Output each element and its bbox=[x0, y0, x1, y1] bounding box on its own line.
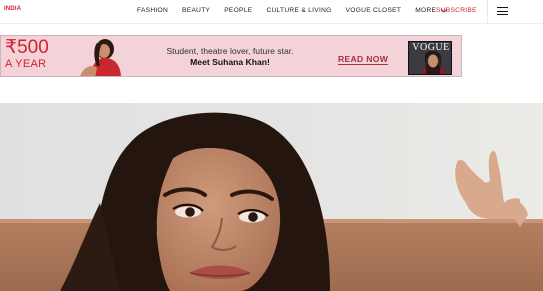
nav-item-vogue-closet[interactable]: VOGUE CLOSET bbox=[346, 7, 402, 14]
hamburger-menu-icon[interactable] bbox=[497, 6, 508, 16]
nav-item-more-label: MORE bbox=[415, 7, 437, 14]
magazine-cover-thumbnail: VOGUE bbox=[408, 41, 452, 75]
nav-item-culture-living[interactable]: CULTURE & LIVING bbox=[266, 7, 331, 14]
nav-item-fashion[interactable]: FASHION bbox=[137, 7, 168, 14]
nav-divider bbox=[487, 0, 488, 23]
subscription-ad-banner[interactable]: ₹500 A YEAR Student, theatre lover, futu… bbox=[0, 35, 462, 77]
hero-photo-illustration bbox=[0, 103, 543, 291]
main-nav: FASHION BEAUTY PEOPLE CULTURE & LIVING V… bbox=[137, 7, 462, 14]
ad-price: ₹500 bbox=[5, 37, 49, 58]
ad-headline: Meet Suhana Khan! bbox=[190, 57, 270, 67]
ad-period: A YEAR bbox=[5, 58, 47, 70]
hero-article-image[interactable] bbox=[0, 103, 543, 291]
magazine-cover-title: VOGUE bbox=[412, 42, 450, 53]
brand-edition-label[interactable]: INDIA bbox=[4, 6, 21, 12]
ad-tagline: Student, theatre lover, future star. bbox=[166, 46, 294, 56]
nav-item-people[interactable]: PEOPLE bbox=[224, 7, 252, 14]
ad-model-photo bbox=[80, 39, 121, 76]
subscribe-link[interactable]: SUBSCRIBE bbox=[436, 7, 477, 14]
read-now-button[interactable]: READ NOW bbox=[338, 54, 389, 65]
nav-item-beauty[interactable]: BEAUTY bbox=[182, 7, 210, 14]
top-navigation: INDIA FASHION BEAUTY PEOPLE CULTURE & LI… bbox=[0, 0, 543, 24]
